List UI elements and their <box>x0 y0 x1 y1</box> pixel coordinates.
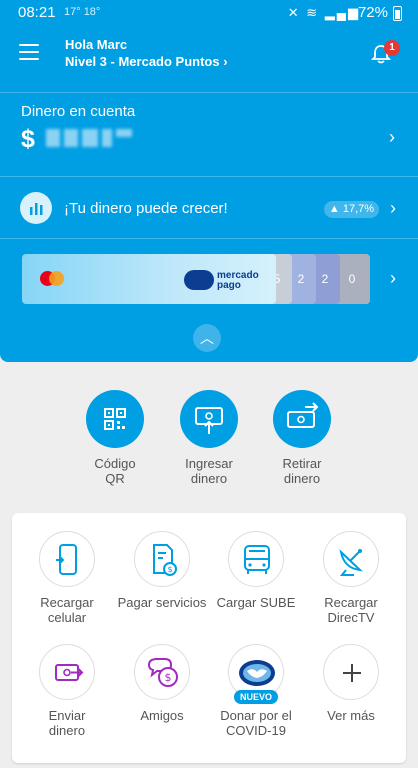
enviar-dinero-button[interactable]: Enviar dinero <box>20 644 114 738</box>
handshake-icon <box>184 270 214 290</box>
battery-icon <box>393 6 402 21</box>
ver-mas-button[interactable]: Ver más <box>304 644 398 723</box>
cargar-sube-label: Cargar SUBE <box>216 595 296 610</box>
arrow-up-icon: ▲ <box>328 203 343 215</box>
status-icons: ✕ ≋ ▂▄▆ <box>287 5 360 20</box>
services-panel: Recargar celular $ Pagar servicios Carga… <box>12 513 406 763</box>
recargar-directv-button[interactable]: Recargar DirecTV <box>304 531 398 625</box>
nuevo-badge: NUEVO <box>233 690 279 704</box>
recargar-celular-label: Recargar celular <box>40 595 94 625</box>
cards-chevron-icon[interactable]: › <box>390 268 396 289</box>
svg-text:$: $ <box>165 671 172 684</box>
withdraw-money-label: Retirar dinero <box>282 456 322 486</box>
recargar-directv-label: Recargar DirecTV <box>324 595 378 625</box>
mastercard-logo-icon <box>40 271 64 287</box>
collapse-chevron-up-icon[interactable]: ︿ <box>193 324 221 352</box>
recargar-celular-button[interactable]: Recargar celular <box>20 531 114 625</box>
level-link[interactable]: Nivel 3 - Mercado Puntos › <box>65 54 228 69</box>
mercadopago-logo: mercado pago <box>184 268 276 292</box>
withdraw-money-button[interactable]: Retirar dinero <box>254 390 350 486</box>
friends-money-icon: $ <box>134 644 190 700</box>
send-money-icon <box>39 644 95 700</box>
balance-chevron-icon[interactable]: › <box>389 127 395 148</box>
deposit-money-label: Ingresar dinero <box>185 456 233 486</box>
menu-icon[interactable] <box>19 44 39 60</box>
pagar-servicios-label: Pagar servicios <box>117 595 207 610</box>
chevron-right-icon: › <box>223 54 228 69</box>
deposit-money-button[interactable]: Ingresar dinero <box>161 390 257 486</box>
qr-code-label: Código QR <box>94 456 136 486</box>
phone-icon <box>39 531 95 587</box>
status-time: 08:21 <box>18 4 56 21</box>
qr-code-icon <box>86 390 144 448</box>
mercadopago-card[interactable]: mercado pago <box>22 254 276 304</box>
bill-icon: $ <box>134 531 190 587</box>
growth-rate: 17,7% <box>342 203 375 215</box>
status-bar: 08:21 17° 18° ✕ ≋ ▂▄▆ 72% <box>0 0 418 26</box>
growth-rate-badge: ▲ 17,7% <box>324 201 379 218</box>
ver-mas-label: Ver más <box>327 708 375 723</box>
pagar-servicios-button[interactable]: $ Pagar servicios <box>115 531 209 610</box>
donar-covid-button[interactable]: NUEVO Donar por el COVID-19 <box>209 644 303 738</box>
balance-hidden-amount <box>46 125 134 151</box>
deposit-money-icon <box>180 390 238 448</box>
satellite-dish-icon <box>323 531 379 587</box>
qr-code-button[interactable]: Código QR <box>67 390 163 486</box>
greeting-text: Hola Marc <box>65 37 128 52</box>
notification-badge: 1 <box>384 40 400 56</box>
withdraw-money-icon <box>273 390 331 448</box>
status-battery-text: 72% <box>357 4 388 21</box>
covid-donation-icon: NUEVO <box>228 644 284 704</box>
divider <box>0 92 418 93</box>
balance-currency: $ <box>21 125 35 153</box>
growth-chevron-icon[interactable]: › <box>390 198 396 219</box>
cards-carousel[interactable]: 0 2 2 5 mercado pago <box>22 254 370 304</box>
amigos-label: Amigos <box>140 708 184 723</box>
bus-icon <box>228 531 284 587</box>
chart-icon <box>20 192 52 224</box>
divider <box>0 238 418 239</box>
plus-icon <box>323 644 379 700</box>
level-text: Nivel 3 - Mercado Puntos <box>65 54 220 69</box>
status-temps: 17° 18° <box>64 6 101 18</box>
amigos-button[interactable]: $ Amigos <box>115 644 209 723</box>
donar-covid-label: Donar por el COVID-19 <box>220 708 292 738</box>
cargar-sube-button[interactable]: Cargar SUBE <box>209 531 303 610</box>
divider <box>0 176 418 177</box>
growth-text[interactable]: ¡Tu dinero puede crecer! <box>64 200 228 217</box>
balance-label: Dinero en cuenta <box>21 103 136 120</box>
enviar-dinero-label: Enviar dinero <box>48 708 86 738</box>
svg-text:$: $ <box>167 565 172 574</box>
